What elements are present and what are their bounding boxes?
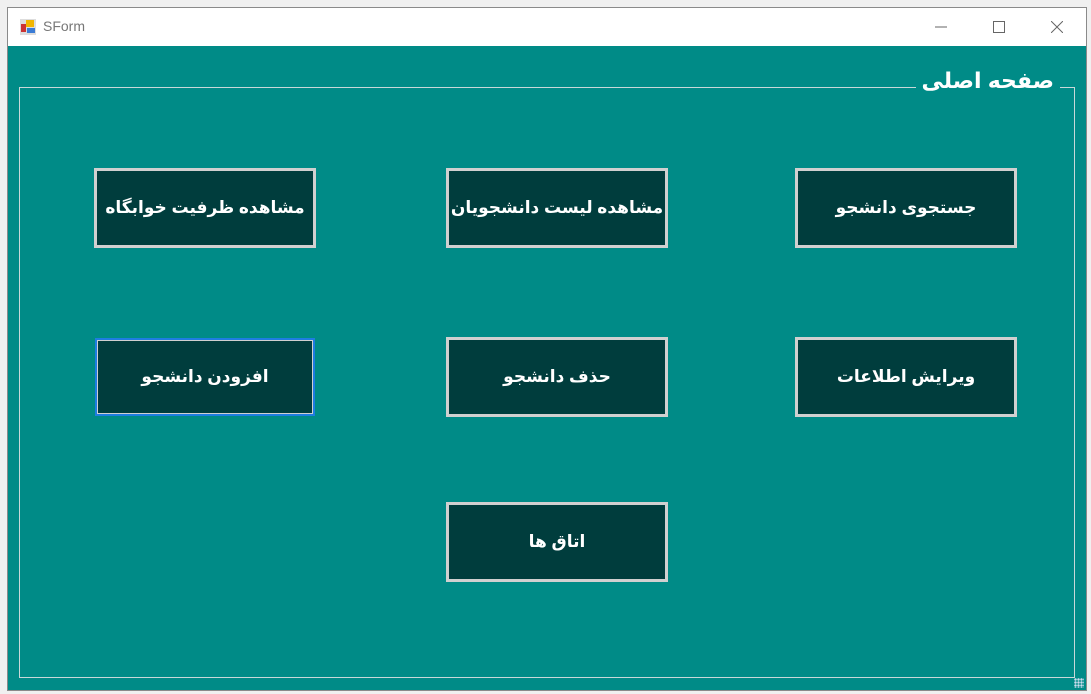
add-student-button[interactable]: افزودن دانشجو [95, 338, 315, 416]
resize-grip[interactable] [1074, 678, 1084, 688]
group-title: صفحه اصلی [915, 68, 1060, 94]
dorm-capacity-button[interactable]: مشاهده ظرفیت خوابگاه [94, 168, 316, 248]
window-title: SForm [43, 18, 85, 34]
minimize-icon [935, 26, 947, 28]
edit-info-button[interactable]: ویرایش اطلاعات [795, 337, 1017, 417]
delete-student-button[interactable]: حذف دانشجو [446, 337, 668, 417]
close-icon [1051, 21, 1063, 33]
minimize-button[interactable] [912, 8, 970, 46]
maximize-icon [993, 21, 1005, 33]
app-icon [20, 19, 36, 35]
close-button[interactable] [1028, 8, 1086, 46]
title-bar: SForm [8, 8, 1086, 46]
student-list-button[interactable]: مشاهده لیست دانشجویان [446, 168, 668, 248]
window: SForm صفحه اصلی مشاهده ظرفیت خوابگاه مشا… [7, 7, 1087, 691]
rooms-button[interactable]: اتاق ها [446, 502, 668, 582]
maximize-button[interactable] [970, 8, 1028, 46]
search-student-button[interactable]: جستجوی دانشجو [795, 168, 1017, 248]
